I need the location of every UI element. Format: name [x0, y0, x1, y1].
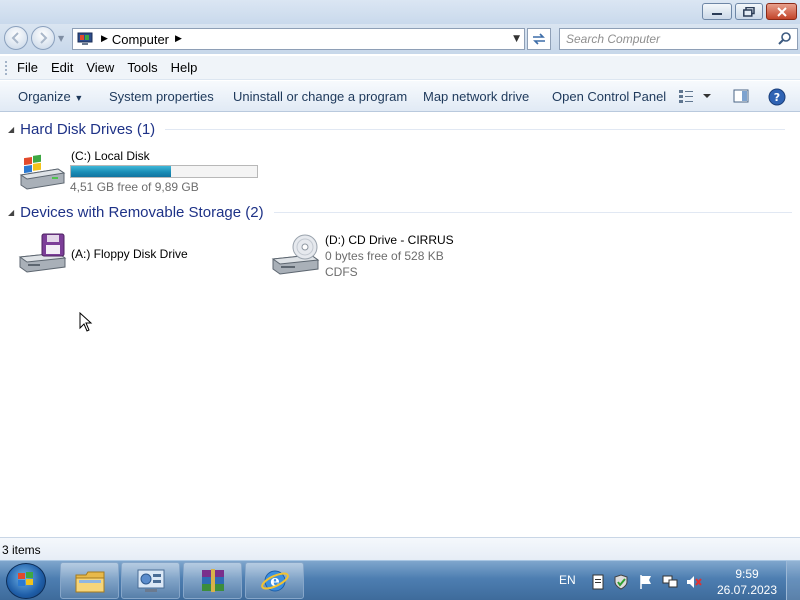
- menu-edit[interactable]: Edit: [51, 60, 73, 75]
- help-icon: ?: [768, 88, 786, 106]
- navigation-bar: ▼ ▶ Computer ▶ ▼ Search Computer: [0, 24, 800, 54]
- clock-date: 26.07.2023: [716, 583, 778, 597]
- drive-item-d[interactable]: (D:) CD Drive - CIRRUS 0 bytes free of 5…: [271, 233, 471, 281]
- group-divider: [273, 212, 792, 213]
- disk-usage-bar: [70, 165, 258, 178]
- chevron-down-icon: ▼: [74, 93, 84, 103]
- system-clock[interactable]: 9:59 26.07.2023: [712, 566, 782, 598]
- windows-hard-drive-icon: [19, 154, 66, 190]
- collapse-triangle-icon[interactable]: ◢: [8, 208, 14, 217]
- preview-pane-icon: [733, 89, 749, 103]
- drive-item-a[interactable]: (A:) Floppy Disk Drive: [18, 233, 218, 279]
- restore-icon: [743, 6, 755, 17]
- drive-item-c[interactable]: (C:) Local Disk 4,51 GB free of 9,89 GB: [18, 149, 263, 197]
- address-bar[interactable]: ▶ Computer ▶ ▼: [72, 28, 525, 50]
- menu-bar: File Edit View Tools Help: [0, 56, 800, 80]
- disk-usage-fill: [71, 166, 172, 177]
- recent-pages-dropdown[interactable]: ▼: [58, 34, 64, 43]
- internet-explorer-icon: e: [260, 570, 289, 591]
- drive-name: (D:) CD Drive - CIRRUS: [325, 233, 454, 247]
- minimize-button[interactable]: [702, 3, 732, 20]
- help-button[interactable]: ?: [768, 88, 786, 109]
- taskbar-winrar-button[interactable]: [183, 562, 242, 599]
- taskbar-explorer-button[interactable]: [60, 562, 119, 599]
- language-indicator[interactable]: EN: [559, 573, 576, 587]
- floppy-drive-icon: [18, 233, 67, 273]
- address-dropdown-icon[interactable]: ▼: [513, 34, 520, 44]
- group-header-removable[interactable]: ◢ Devices with Removable Storage (2): [8, 204, 792, 221]
- cd-drive-icon: [271, 234, 320, 275]
- window-title-bar[interactable]: [0, 0, 800, 24]
- clock-time: 9:59: [735, 567, 759, 581]
- command-toolbar: Organize ▼ System properties Uninstall o…: [0, 81, 800, 112]
- group-divider: [165, 129, 786, 130]
- restore-button[interactable]: [735, 3, 763, 20]
- view-options-icon: [679, 90, 711, 103]
- collapse-triangle-icon[interactable]: ◢: [8, 125, 14, 134]
- menu-view[interactable]: View: [86, 60, 114, 75]
- refresh-icon: [533, 33, 545, 45]
- security-check-icon[interactable]: [613, 574, 629, 590]
- menu-tools[interactable]: Tools: [127, 60, 157, 75]
- preview-pane-button[interactable]: [733, 88, 749, 107]
- taskbar-control-panel-button[interactable]: [121, 562, 180, 599]
- forward-arrow-icon: [40, 32, 48, 44]
- drive-free-space: 4,51 GB free of 9,89 GB: [70, 180, 199, 194]
- control-panel-icon: [137, 569, 164, 592]
- search-icon[interactable]: [778, 31, 792, 45]
- drive-filesystem: CDFS: [325, 265, 358, 279]
- windows-explorer-icon: [75, 571, 104, 592]
- change-view-button[interactable]: [678, 88, 714, 107]
- back-button[interactable]: [4, 26, 28, 50]
- close-button[interactable]: [766, 3, 797, 20]
- windows-logo-icon: [18, 572, 33, 586]
- drive-free-space: 0 bytes free of 528 KB: [325, 249, 444, 263]
- close-icon: [776, 6, 787, 17]
- open-control-panel-button[interactable]: Open Control Panel: [552, 89, 666, 104]
- status-bar: 3 items: [0, 537, 800, 560]
- group-header-hard-disks[interactable]: ◢ Hard Disk Drives (1): [8, 121, 792, 138]
- system-properties-button[interactable]: System properties: [109, 89, 214, 104]
- show-desktop-button[interactable]: [786, 561, 800, 600]
- organize-button[interactable]: Organize ▼: [18, 89, 83, 104]
- refresh-button[interactable]: [527, 28, 551, 50]
- breadcrumb-chevron-icon[interactable]: ▶: [101, 34, 108, 44]
- menu-help[interactable]: Help: [171, 60, 198, 75]
- taskbar-ie-button[interactable]: e: [245, 562, 304, 599]
- back-arrow-icon: [11, 32, 19, 44]
- menu-file[interactable]: File: [17, 60, 38, 75]
- action-center-flag-icon[interactable]: [638, 574, 654, 590]
- item-count: 3 items: [2, 543, 41, 557]
- volume-muted-icon[interactable]: [686, 574, 702, 590]
- uninstall-program-button[interactable]: Uninstall or change a program: [233, 89, 407, 104]
- network-icon[interactable]: [662, 574, 678, 590]
- taskbar: e EN 9:59 26.07.2023: [0, 560, 800, 600]
- start-button[interactable]: [6, 563, 46, 599]
- drive-name: (A:) Floppy Disk Drive: [71, 247, 188, 261]
- drive-name: (C:) Local Disk: [71, 149, 150, 163]
- breadcrumb-computer[interactable]: Computer: [112, 32, 169, 47]
- group-title: Devices with Removable Storage (2): [20, 204, 264, 221]
- search-input[interactable]: Search Computer: [559, 28, 798, 50]
- computer-icon: [77, 32, 93, 45]
- content-area: ◢ Hard Disk Drives (1) (C:) Local Disk 4…: [0, 112, 800, 536]
- menu-grip: [5, 60, 9, 75]
- document-tray-icon[interactable]: [590, 574, 606, 590]
- forward-button[interactable]: [31, 26, 55, 50]
- mouse-cursor-icon: [79, 312, 93, 332]
- minimize-icon: [712, 12, 722, 15]
- map-network-drive-button[interactable]: Map network drive: [423, 89, 529, 104]
- winrar-icon: [201, 568, 224, 592]
- organize-label: Organize: [18, 89, 71, 104]
- svg-text:?: ?: [774, 91, 780, 104]
- breadcrumb-chevron-icon[interactable]: ▶: [175, 34, 182, 44]
- group-title: Hard Disk Drives (1): [20, 121, 156, 138]
